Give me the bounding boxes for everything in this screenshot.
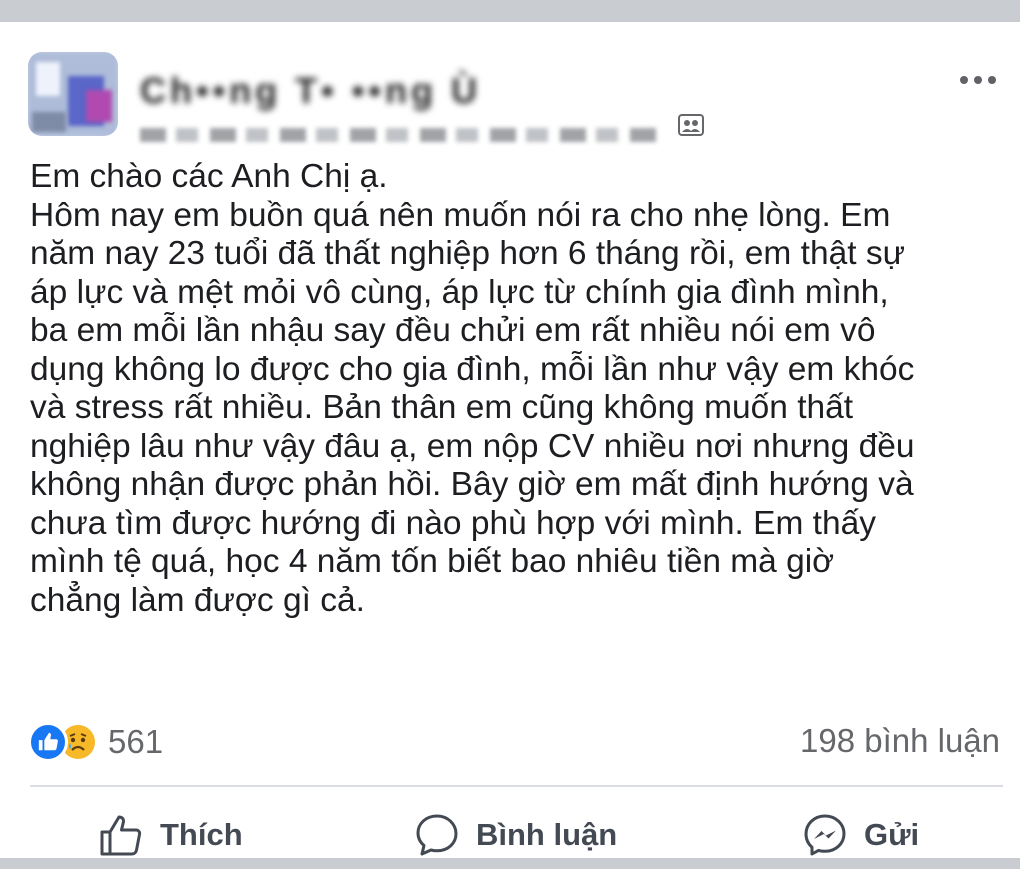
reaction-summary[interactable]: 561 [28, 720, 163, 764]
post-line: nghiệp lâu như vậy đâu ạ, em nộp CV nhiề… [30, 427, 915, 465]
more-options-icon[interactable] [952, 66, 1004, 94]
comment-count-link[interactable]: 198 bình luận [800, 722, 1000, 760]
comment-label: Bình luận [476, 817, 618, 852]
author-info: Ch••ng T• ••ng Ù [140, 62, 720, 142]
post-meta [140, 128, 660, 142]
speech-bubble-icon [416, 814, 458, 856]
post-text: Em chào các Anh Chị ạ. Hôm nay em buồn q… [30, 158, 1005, 620]
post-line: dụng không lo được cho gia đình, mỗi lần… [30, 350, 915, 388]
post-line: không nhận được phản hồi. Bây giờ em mất… [30, 466, 914, 503]
post-line: chẳng làm được gì cả. [30, 581, 365, 619]
post-line: áp lực và mệt mỏi vô cùng, áp lực từ chí… [30, 273, 889, 311]
group-audience-icon [678, 114, 704, 136]
comment-button[interactable]: Bình luận [414, 808, 617, 862]
like-button[interactable]: Thích [98, 808, 243, 862]
post-line: và stress rất nhiều. Bản thân em cũng kh… [30, 389, 854, 426]
post-line: chưa tìm được hướng đi nào phù hợp với m… [30, 504, 877, 542]
post-line: Em chào các Anh Chị ạ. [30, 158, 388, 195]
divider [30, 785, 1003, 787]
reaction-count: 561 [108, 723, 164, 760]
post-line: ba em mỗi lần nhậu say đều chửi em rất n… [30, 312, 876, 349]
like-label: Thích [160, 817, 243, 852]
send-button[interactable]: Gửi [802, 808, 919, 862]
post-line: Hôm nay em buồn quá nên muốn nói ra cho … [30, 196, 891, 234]
post-line: mình tệ quá, học 4 năm tốn biết bao nhiê… [30, 543, 835, 580]
author-avatar[interactable] [28, 52, 118, 136]
author-name[interactable]: Ch••ng T• ••ng Ù [140, 70, 481, 112]
post-line: năm nay 23 tuổi đã thất nghiệp hơn 6 thá… [30, 235, 906, 272]
send-label: Gửi [864, 817, 920, 852]
messenger-icon [804, 814, 846, 856]
post-card: Ch••ng T• ••ng Ù Em chào các Anh Chị ạ. … [0, 22, 1020, 858]
like-reaction-icon [28, 722, 68, 762]
thumbs-up-icon [100, 815, 142, 856]
